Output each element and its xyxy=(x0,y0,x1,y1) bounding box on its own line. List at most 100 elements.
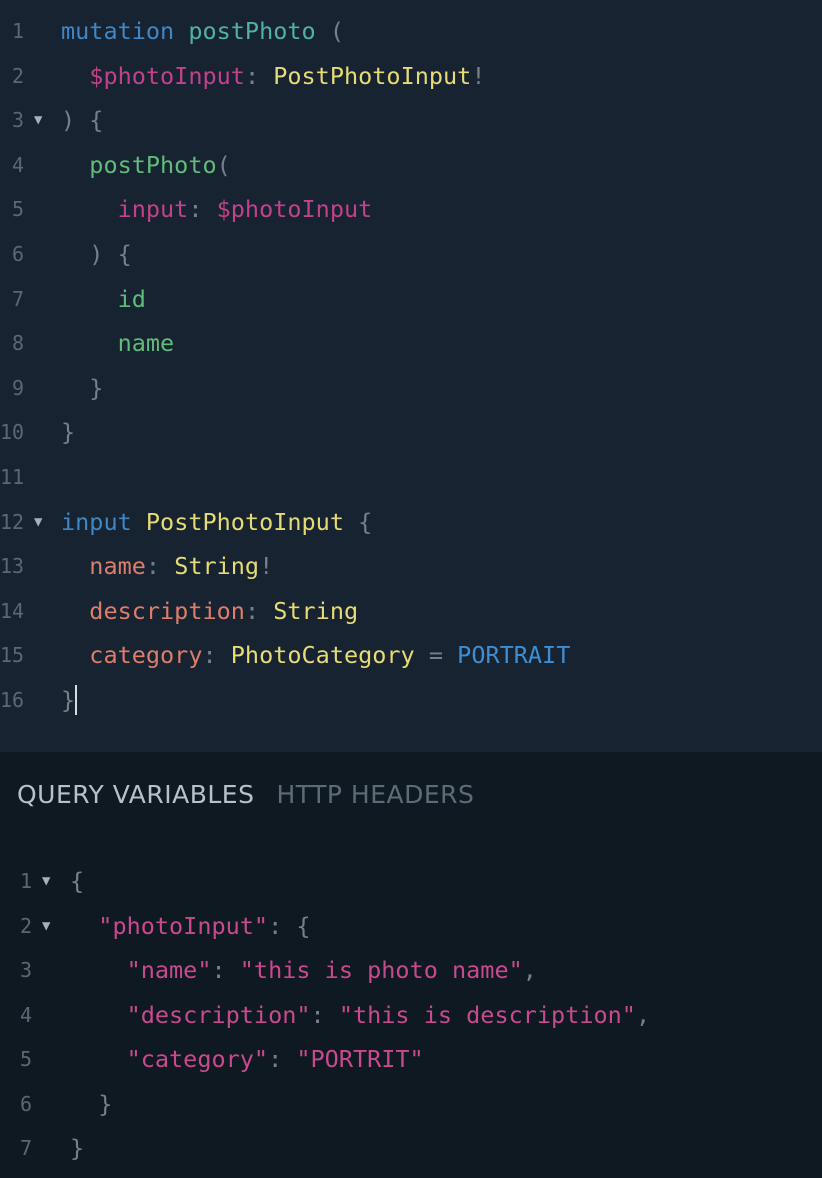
code-text: description: String xyxy=(61,596,358,626)
code-token: ! xyxy=(259,552,274,581)
fold-arrow-icon[interactable]: ▼ xyxy=(42,911,50,941)
code-token: "name" xyxy=(126,956,212,984)
line-number: 9 xyxy=(11,375,24,400)
variables-tabs: QUERY VARIABLES HTTP HEADERS xyxy=(17,780,474,810)
code-text: ) { xyxy=(61,239,131,269)
line-number: 13 xyxy=(0,554,25,579)
variables-line[interactable]: 3 "name": "this is photo name", xyxy=(0,955,822,985)
query-editor[interactable]: 1 mutation postPhoto ( 2 $photoInput: Post… xyxy=(0,0,822,752)
code-text: category: PhotoCategory = PORTRAIT xyxy=(61,640,570,670)
line-number: 15 xyxy=(0,643,25,668)
query-line[interactable]: 10} xyxy=(0,417,822,447)
line-number: 3 xyxy=(19,958,32,982)
code-token: ( xyxy=(216,150,231,179)
line-number: 16 xyxy=(0,688,25,712)
query-line[interactable]: 5 input: $photoInput xyxy=(0,194,822,224)
query-line[interactable]: 9 } xyxy=(0,373,822,403)
text-cursor xyxy=(75,685,78,715)
code-token: : xyxy=(244,61,274,90)
query-line[interactable]: 1 mutation postPhoto ( xyxy=(0,16,822,46)
code-token: "PORTRIT" xyxy=(296,1045,424,1073)
code-token: : xyxy=(244,596,274,625)
line-number: 1 xyxy=(11,19,24,43)
code-token: "this is description" xyxy=(338,1000,636,1029)
query-line[interactable]: 12 ▼ input PostPhotoInput { xyxy=(0,507,822,537)
code-token: } xyxy=(61,418,76,447)
line-number: 8 xyxy=(11,331,24,356)
code-token: category xyxy=(89,641,203,670)
code-token: : { xyxy=(268,911,311,940)
code-token: String xyxy=(273,596,359,625)
variables-line[interactable]: 6 } xyxy=(0,1089,822,1119)
query-line[interactable]: 15 category: PhotoCategory = PORTRAIT xyxy=(0,640,822,670)
code-token: "description" xyxy=(126,1000,311,1029)
query-line[interactable]: 2 $photoInput: PostPhotoInput! xyxy=(0,61,822,91)
code-text: id xyxy=(61,284,146,314)
code-text: ) { xyxy=(61,105,103,135)
fold-arrow-icon[interactable]: ▼ xyxy=(42,866,50,896)
code-token: } xyxy=(61,373,104,402)
line-number: 4 xyxy=(11,152,24,177)
code-token: input xyxy=(61,507,132,536)
code-text: input PostPhotoInput { xyxy=(61,507,372,537)
code-token: String xyxy=(174,552,260,581)
code-text: postPhoto( xyxy=(61,150,231,180)
variables-line[interactable]: 4 "description": "this is description", xyxy=(0,1000,822,1030)
code-token: PostPhotoInput xyxy=(273,61,472,90)
code-text: name: String! xyxy=(61,551,273,581)
query-line[interactable]: 16} xyxy=(0,685,822,715)
code-token: } xyxy=(70,1134,85,1162)
tab-http-headers[interactable]: HTTP HEADERS xyxy=(276,780,474,810)
code-token: PostPhotoInput xyxy=(145,507,344,536)
variables-line[interactable]: 7} xyxy=(0,1133,822,1163)
line-number: 2 xyxy=(11,63,24,88)
variables-line[interactable]: 5 "category": "PORTRIT" xyxy=(0,1044,822,1074)
line-number: 12 xyxy=(0,509,25,534)
fold-arrow-icon[interactable]: ▼ xyxy=(34,507,42,537)
query-line[interactable]: 4 postPhoto( xyxy=(0,150,822,180)
query-line[interactable]: 6 ) { xyxy=(0,239,822,269)
variables-line[interactable]: 1 ▼ { xyxy=(0,866,822,896)
code-token: { xyxy=(70,867,85,895)
variables-line[interactable]: 2 ▼ "photoInput": { xyxy=(0,911,822,941)
code-token: ! xyxy=(471,61,486,90)
line-number: 5 xyxy=(19,1047,32,1071)
line-number: 10 xyxy=(0,420,25,445)
line-number: 5 xyxy=(11,197,24,222)
line-number: 1 xyxy=(19,869,32,893)
line-number: 14 xyxy=(0,598,25,623)
code-token: ( xyxy=(315,17,344,45)
query-line[interactable]: 11 xyxy=(0,462,822,492)
code-text: name xyxy=(61,328,175,358)
query-line[interactable]: 7 id xyxy=(0,284,822,314)
code-token: } xyxy=(61,686,76,714)
code-token: "this is photo name" xyxy=(239,956,523,984)
query-line[interactable]: 8 name xyxy=(0,328,822,358)
code-token: } xyxy=(70,1089,113,1118)
tab-query-variables[interactable]: QUERY VARIABLES xyxy=(17,780,254,810)
code-text: input: $photoInput xyxy=(61,194,373,224)
code-token: , xyxy=(635,1000,651,1029)
line-number: 2 xyxy=(19,913,32,938)
code-token: : xyxy=(310,1000,339,1029)
code-text: "category": "PORTRIT" xyxy=(70,1044,424,1074)
query-line[interactable]: 13 name: String! xyxy=(0,551,822,581)
query-line[interactable]: 3 ▼) { xyxy=(0,105,822,135)
fold-arrow-icon[interactable]: ▼ xyxy=(34,105,42,135)
code-token: = xyxy=(414,641,458,670)
code-token: ) { xyxy=(61,106,104,135)
code-token: PORTRAIT xyxy=(457,641,571,670)
code-token: : xyxy=(202,641,231,670)
code-token: : xyxy=(188,195,217,224)
code-token: description xyxy=(89,596,245,625)
code-token: input xyxy=(117,195,189,224)
query-line[interactable]: 14 description: String xyxy=(0,596,822,626)
variables-panel: QUERY VARIABLES HTTP HEADERS 1 ▼ {2 ▼ "phot… xyxy=(0,752,822,1178)
